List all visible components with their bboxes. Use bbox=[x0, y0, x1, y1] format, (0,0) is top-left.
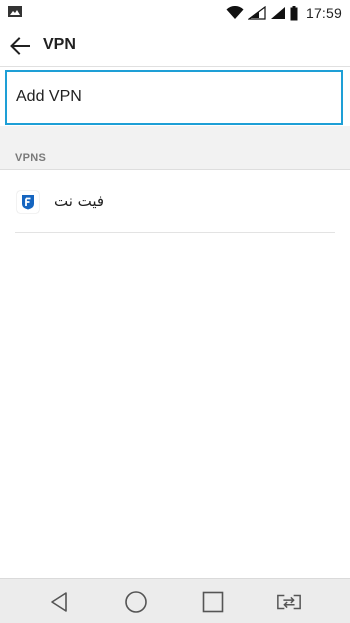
list-divider bbox=[15, 232, 335, 233]
page-title: VPN bbox=[43, 36, 76, 53]
status-icons: 17:59 bbox=[226, 4, 342, 22]
wifi-icon bbox=[226, 6, 244, 19]
nav-recents-button[interactable] bbox=[200, 589, 226, 615]
app-bar: VPN bbox=[0, 26, 350, 66]
back-triangle-icon bbox=[51, 592, 67, 612]
recents-square-icon bbox=[202, 591, 224, 613]
vpn-name: فیت نت bbox=[54, 192, 105, 210]
dual-window-icon bbox=[277, 594, 301, 610]
clock: 17:59 bbox=[305, 5, 342, 21]
section-header-label: VPNS bbox=[15, 152, 47, 164]
app-bar-divider bbox=[0, 66, 350, 67]
back-button[interactable] bbox=[8, 34, 32, 58]
gallery-icon bbox=[8, 6, 22, 17]
nav-dual-window-button[interactable] bbox=[276, 589, 302, 615]
signal-icon bbox=[247, 6, 266, 20]
navigation-bar bbox=[0, 578, 350, 623]
add-vpn-button[interactable]: Add VPN bbox=[5, 70, 343, 125]
add-vpn-label: Add VPN bbox=[16, 88, 82, 105]
nav-back-button[interactable] bbox=[46, 589, 72, 615]
list-item[interactable]: فیت نت bbox=[0, 171, 350, 233]
arrow-left-icon bbox=[10, 37, 30, 55]
battery-icon bbox=[290, 5, 298, 20]
app-f-icon bbox=[17, 191, 39, 213]
nav-home-button[interactable] bbox=[123, 589, 149, 615]
signal-icon bbox=[270, 7, 285, 19]
status-bar: 17:59 bbox=[0, 0, 350, 26]
home-circle-icon bbox=[125, 591, 147, 613]
section-header-vpns: VPNS bbox=[0, 126, 350, 170]
